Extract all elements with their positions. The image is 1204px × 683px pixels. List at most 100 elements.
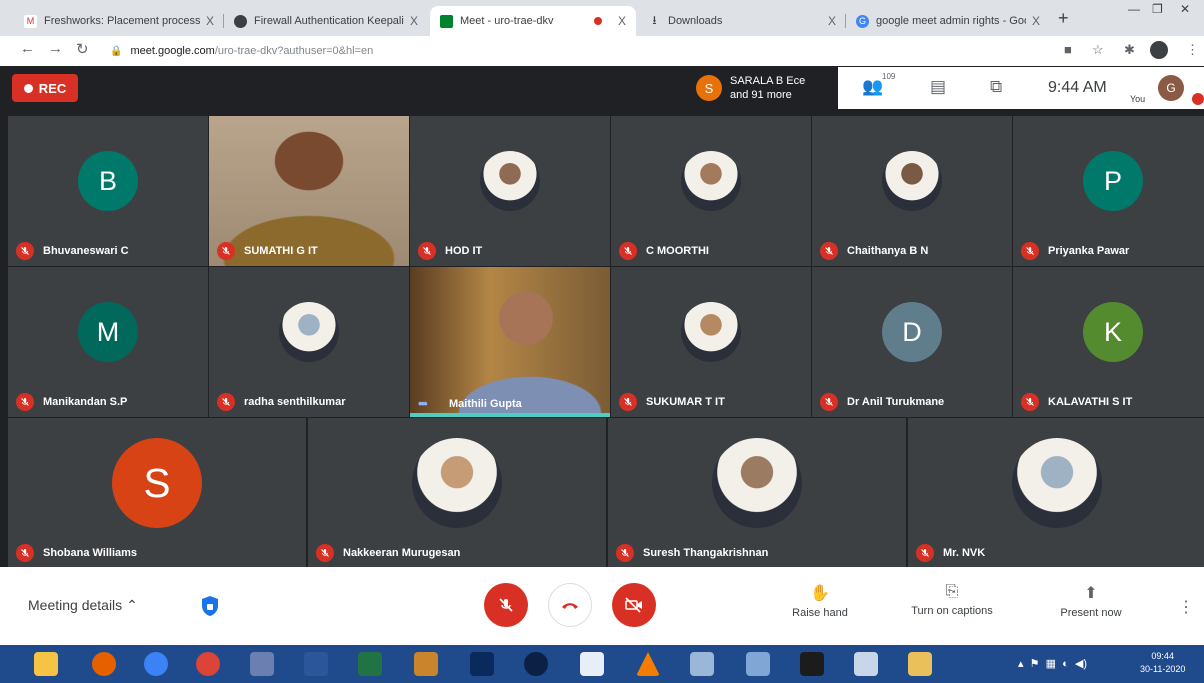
participant-photo	[480, 151, 540, 211]
participant-avatar: K	[1083, 302, 1143, 362]
raise-hand-button[interactable]: ✋ Raise hand	[780, 583, 860, 619]
participant-tile[interactable]: HOD IT	[410, 116, 610, 266]
camera-icon[interactable]: ■	[1064, 42, 1072, 57]
calculator-icon[interactable]	[854, 652, 878, 676]
participant-name-tag: HOD IT	[418, 242, 482, 260]
participant-name-tag: Mr. NVK	[916, 544, 985, 562]
word-icon[interactable]	[304, 652, 328, 676]
document-icon[interactable]	[580, 652, 604, 676]
mic-off-button[interactable]	[484, 583, 528, 627]
close-tab-icon[interactable]: X	[828, 14, 836, 28]
present-label: Present now	[1060, 607, 1122, 619]
participant-tile[interactable]: S Shobana Williams	[8, 418, 306, 568]
terminal-icon[interactable]	[800, 652, 824, 676]
excel-icon[interactable]	[358, 652, 382, 676]
captions-icon: ⎘	[945, 583, 959, 600]
new-tab-button[interactable]: +	[1058, 8, 1069, 29]
mic-off-icon	[499, 598, 513, 612]
vlc-icon[interactable]	[636, 652, 660, 676]
tab-title: Meet - uro-trae-dkv	[460, 15, 554, 27]
participant-name: Manikandan S.P	[43, 396, 128, 408]
reload-icon[interactable]: ↻	[76, 40, 89, 58]
participant-tile[interactable]: K KALAVATHI S IT	[1013, 267, 1204, 417]
activities-icon[interactable]: ⧉	[990, 77, 1002, 97]
chrome-icon[interactable]	[196, 652, 220, 676]
self-avatar[interactable]: G	[1158, 75, 1184, 101]
participant-tile[interactable]: C MOORTHI	[611, 116, 811, 266]
system-tray[interactable]: ▴ ⚑ ▦ ◐ ◀)	[1018, 657, 1087, 670]
back-arrow-icon[interactable]: ←	[20, 40, 35, 57]
shield-icon[interactable]	[200, 595, 220, 617]
participant-tile[interactable]: B Bhuvaneswari C	[8, 116, 208, 266]
participant-tile[interactable]: SUMATHI G IT	[209, 116, 409, 266]
url-path: /uro-trae-dkv?authuser=0&hl=en	[214, 45, 374, 57]
participant-name-tag: Nakkeeran Murugesan	[316, 544, 460, 562]
close-tab-icon[interactable]: X	[618, 14, 626, 28]
participant-tile[interactable]: Nakkeeran Murugesan	[308, 418, 606, 568]
app-icon[interactable]	[250, 652, 274, 676]
participant-photo	[712, 438, 802, 528]
chromium-icon[interactable]	[144, 652, 168, 676]
participant-video	[410, 267, 610, 417]
participant-tile[interactable]: D Dr Anil Turukmane	[812, 267, 1012, 417]
participant-tile[interactable]: Chaithanya B N	[812, 116, 1012, 266]
file-explorer-icon[interactable]	[34, 652, 58, 676]
muted-mic-icon	[616, 544, 634, 562]
participant-avatar: B	[78, 151, 138, 211]
firefox-icon[interactable]	[92, 652, 116, 676]
participant-tile[interactable]: Suresh Thangakrishnan	[608, 418, 906, 568]
participant-tile[interactable]: SUKUMAR T IT	[611, 267, 811, 417]
participant-tile[interactable]: Mr. NVK	[908, 418, 1204, 568]
participant-avatar: S	[112, 438, 202, 528]
paint-icon[interactable]	[690, 652, 714, 676]
snipping-tool-icon[interactable]	[746, 652, 770, 676]
app-icon[interactable]	[524, 652, 548, 676]
leave-call-button[interactable]	[548, 583, 592, 627]
camera-off-button[interactable]	[612, 583, 656, 627]
join-more: and 91 more	[730, 89, 792, 101]
powerpoint-icon[interactable]	[414, 652, 438, 676]
captions-button[interactable]: ⎘ Turn on captions	[896, 583, 1008, 617]
tab-title: Downloads	[668, 15, 723, 27]
meeting-details-button[interactable]: Meeting details ⌃	[28, 597, 138, 614]
more-options-icon[interactable]: ⋮	[1178, 597, 1194, 617]
participant-name: Chaithanya B N	[847, 245, 929, 257]
minimize-icon[interactable]: —	[1128, 2, 1140, 16]
close-tab-icon[interactable]: X	[1032, 14, 1040, 28]
close-tab-icon[interactable]: X	[410, 14, 418, 28]
muted-mic-icon	[619, 242, 637, 260]
join-avatar: S	[696, 75, 722, 101]
extensions-icon[interactable]: ✱	[1124, 42, 1135, 58]
participant-tile[interactable]: radha senthilkumar	[209, 267, 409, 417]
window-close-icon[interactable]: ✕	[1180, 2, 1190, 16]
recording-dot-icon	[593, 17, 602, 25]
bookmark-star-icon[interactable]: ☆	[1092, 42, 1104, 58]
folder-icon[interactable]	[908, 652, 932, 676]
profile-icon[interactable]	[1150, 41, 1168, 59]
participant-name: Dr Anil Turukmane	[847, 396, 945, 408]
browser-tab-active[interactable]: Meet - uro-trae-dkv X	[430, 6, 636, 36]
present-now-button[interactable]: ⬆ Present now	[1048, 583, 1134, 619]
download-icon: ⭳	[652, 12, 657, 27]
maximize-icon[interactable]: ❐	[1152, 2, 1163, 16]
browser-tab[interactable]: Firewall Authentication Keepalive X	[224, 6, 428, 36]
address-bar[interactable]: 🔒 meet.google.com/uro-trae-dkv?authuser=…	[110, 41, 1030, 61]
people-icon[interactable]: 👥	[862, 77, 883, 97]
taskbar-clock[interactable]: 09:44 30-11-2020	[1140, 650, 1185, 676]
participant-name: Bhuvaneswari C	[43, 245, 129, 257]
forward-arrow-icon[interactable]: →	[48, 40, 63, 57]
taskbar-date: 30-11-2020	[1140, 664, 1186, 674]
browser-menu-icon[interactable]: ⋮	[1186, 42, 1199, 58]
participant-tile[interactable]: P Priyanka Pawar	[1013, 116, 1204, 266]
participant-avatar: P	[1083, 151, 1143, 211]
chat-icon[interactable]: ▤	[930, 77, 946, 97]
browser-tab[interactable]: M Freshworks: Placement process X	[14, 6, 224, 36]
close-tab-icon[interactable]: X	[206, 14, 214, 28]
browser-tab[interactable]: G google meet admin rights - Goo X	[846, 6, 1050, 36]
participant-tile[interactable]: M Manikandan S.P	[8, 267, 208, 417]
dev-cpp-icon[interactable]	[470, 652, 494, 676]
people-count: 109	[882, 72, 896, 81]
hang-up-icon	[562, 603, 578, 609]
participant-tile[interactable]: ••• Maithili Gupta	[410, 267, 610, 417]
browser-tab[interactable]: ⭳ Downloads X	[638, 6, 846, 36]
